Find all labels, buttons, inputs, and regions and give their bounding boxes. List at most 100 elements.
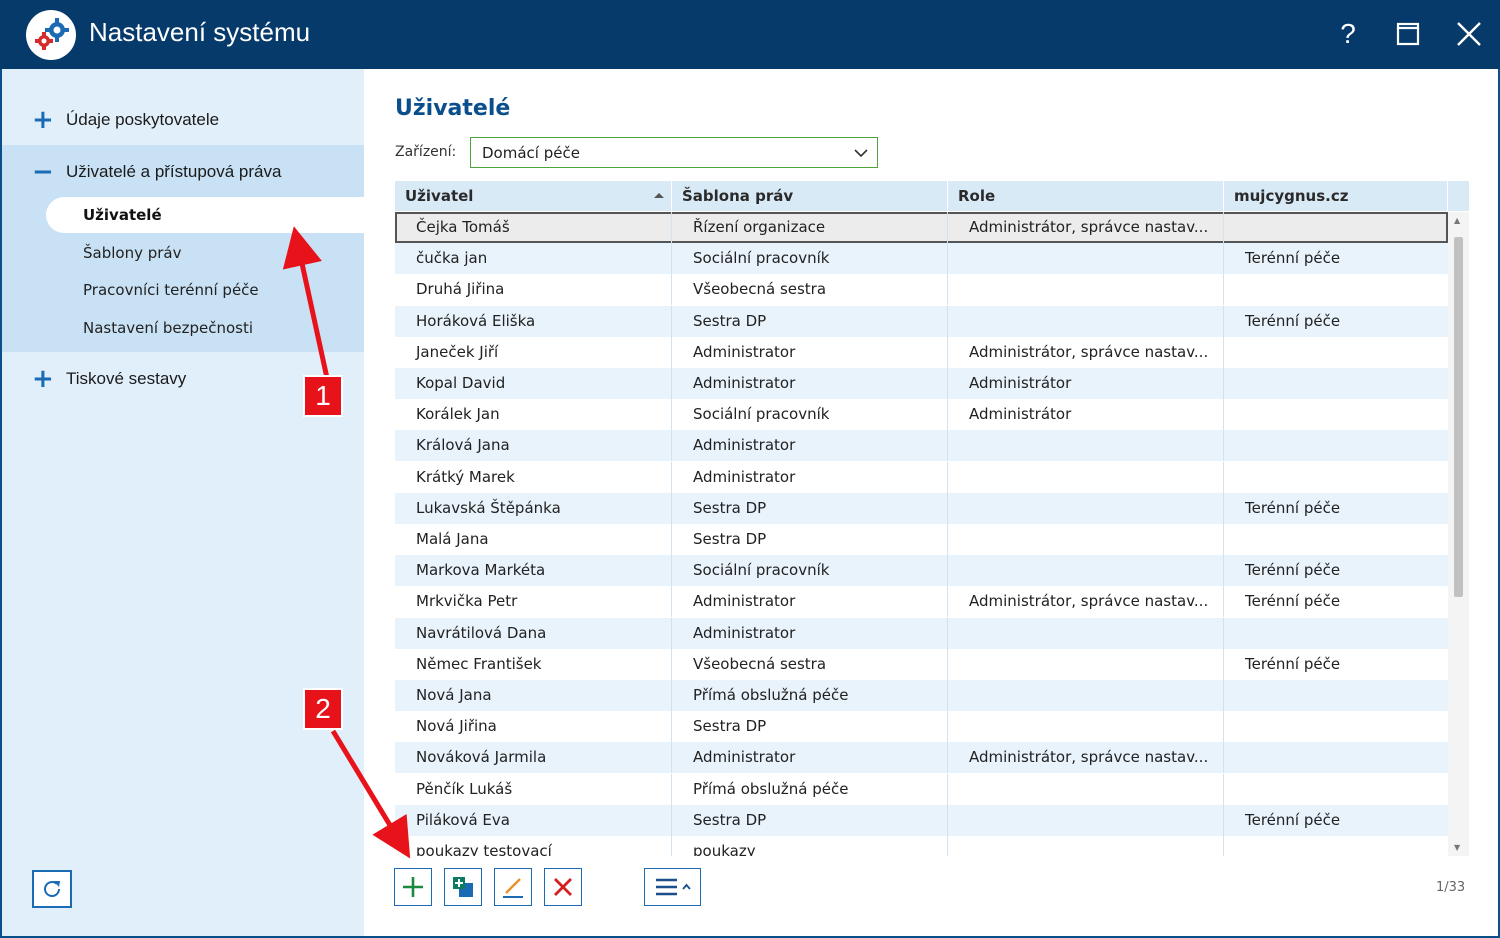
table-cell: Druhá Jiřina [395,274,672,306]
table-row[interactable]: Janeček Jiří Administrator Administrátor, … [395,336,1448,368]
table-row[interactable]: Pěnčík Lukáš Přímá obslužná péče [395,773,1448,805]
column-header-role[interactable]: Role [948,181,1224,211]
table-row[interactable]: Kopal David Administrator Administrátor [395,368,1448,399]
table-row[interactable]: Markova Markéta Sociální pracovník Terénní… [395,555,1448,587]
table-cell [1224,742,1448,773]
maximize-icon [1396,22,1420,46]
table-cell: Všeobecná sestra [672,648,948,680]
scroll-up-icon[interactable]: ▲ [1454,216,1460,225]
table-cell [1224,836,1448,856]
table-cell: Přímá obslužná péče [672,773,948,805]
table-cell [948,274,1224,306]
expand-plus-icon: + [32,105,54,135]
table-row[interactable]: Čejka Tomáš Řízení organizace Administráto… [395,212,1448,243]
close-button[interactable] [1447,12,1491,56]
table-cell: Korálek Jan [395,399,672,431]
table-row[interactable]: Horáková Eliška Sestra DP Terénní péče [395,305,1448,337]
table-cell: Administrator [672,368,948,399]
table-cell [1224,711,1448,742]
table-cell: Sestra DP [672,711,948,743]
table-cell: Nová Jiřina [395,711,672,743]
help-button[interactable]: ? [1326,12,1370,56]
column-header-user[interactable]: Uživatel [395,181,672,211]
table-cell [1224,430,1448,461]
table-row[interactable]: Mrkvička Petr Administrator Administrátor,… [395,586,1448,618]
maximize-button[interactable] [1386,12,1430,56]
table-cell: Malá Jana [395,524,672,555]
facility-label: Zařízení: [395,144,457,160]
nav-group-provider-info[interactable]: + Údaje poskytovatele [2,95,364,145]
table-cell: Terénní péče [1245,311,1341,330]
table-row[interactable]: Králová Jana Administrator [395,430,1448,462]
table-cell [948,648,1224,680]
nav-group-users-rights[interactable]: − Uživatelé a přístupová práva [2,147,364,197]
table-cell [1224,212,1448,243]
table-row[interactable]: Němec František Všeobecná sestra Terénní p… [395,648,1448,680]
table-cell [948,773,1224,805]
column-header-template[interactable]: Šablona práv [672,181,948,211]
table-row[interactable]: Korálek Jan Sociální pracovník Administrát… [395,399,1448,431]
refresh-icon [44,881,60,897]
plus-icon [403,877,423,897]
table-cell: Administrator [672,461,948,493]
table-cell: Sestra DP [672,804,948,836]
nav-group-label: Tiskové sestavy [66,369,187,388]
column-header-mujcygnus[interactable]: mujcygnus.cz [1224,181,1448,211]
scroll-thumb[interactable] [1454,237,1463,597]
table-cell [948,305,1224,337]
table-row[interactable]: Druhá Jiřina Všeobecná sestra [395,274,1448,306]
table-cell [948,804,1224,836]
table-cell: Krátký Marek [395,461,672,493]
more-actions-menu-button[interactable] [644,868,701,906]
edit-user-button[interactable] [494,868,532,906]
table-cell: Piláková Eva [395,804,672,836]
nav-group-label: Údaje poskytovatele [66,110,220,129]
facility-select[interactable]: Domácí péče [470,137,878,168]
table-cell: Sestra DP [672,305,948,337]
page-title: Uživatelé [395,96,511,121]
table-row[interactable]: Nová Jiřina Sestra DP [395,711,1448,743]
table-row[interactable]: Piláková Eva Sestra DP Terénní péče [395,804,1448,836]
hamburger-icon [655,878,691,896]
table-cell: Terénní péče [1245,810,1341,829]
table-cell: Administrátor [948,368,1224,399]
table-cell: Horáková Eliška [395,305,672,337]
table-cell: Terénní péče [1245,249,1341,268]
copy-user-button[interactable] [444,868,482,906]
table-cell: Němec František [395,648,672,680]
table-cell: Nováková Jarmila [395,742,672,774]
table-cell: Administrátor, správce nastav... [948,336,1224,368]
table-cell: Sociální pracovník [672,243,948,275]
table-row[interactable]: Navrátilová Dana Administrator [395,617,1448,649]
table-row[interactable]: Lukavská Štěpánka Sestra DP Terénní péče [395,492,1448,524]
table-cell: Králová Jana [395,430,672,462]
table-cell: Čejka Tomáš [395,212,672,243]
table-row[interactable]: Nováková Jarmila Administrator Administrát… [395,742,1448,774]
sidebar-item-rights-templates[interactable]: Šablony práv [46,235,364,271]
delete-user-button[interactable] [544,868,582,906]
nav-group-label: Uživatelé a přístupová práva [66,162,282,181]
table-cell [948,243,1224,275]
column-header-label: Šablona práv [682,187,794,205]
table-row[interactable]: Malá Jana Sestra DP [395,524,1448,555]
copy-add-icon [453,877,473,897]
table-row[interactable]: poukazy testovací poukazy [395,836,1448,856]
table-row[interactable]: čučka jan Sociální pracovník Terénní péče [395,243,1448,275]
table-cell [1224,399,1448,430]
sidebar: + Údaje poskytovatele − Uživatelé a přís… [2,69,364,936]
refresh-button[interactable] [32,870,72,908]
add-user-button[interactable] [394,868,432,906]
sidebar-item-users[interactable]: Uživatelé [46,197,364,233]
sidebar-item-security-settings[interactable]: Nastavení bezpečnosti [46,310,364,346]
scroll-down-icon[interactable]: ▼ [1454,843,1460,852]
table-cell [1224,774,1448,805]
table-cell: Administrátor, správce nastav... [948,586,1224,618]
table-cell: Sestra DP [672,524,948,555]
table-row[interactable]: Nová Jana Přímá obslužná péče [395,680,1448,711]
column-header-label: Uživatel [405,187,474,205]
vertical-scrollbar[interactable]: ▲ ▼ [1448,212,1469,856]
table-cell: Administrator [672,430,948,462]
sidebar-item-field-care-workers[interactable]: Pracovníci terénní péče [46,272,364,308]
table-cell: Terénní péče [1245,561,1341,580]
table-row[interactable]: Krátký Marek Administrator [395,461,1448,493]
